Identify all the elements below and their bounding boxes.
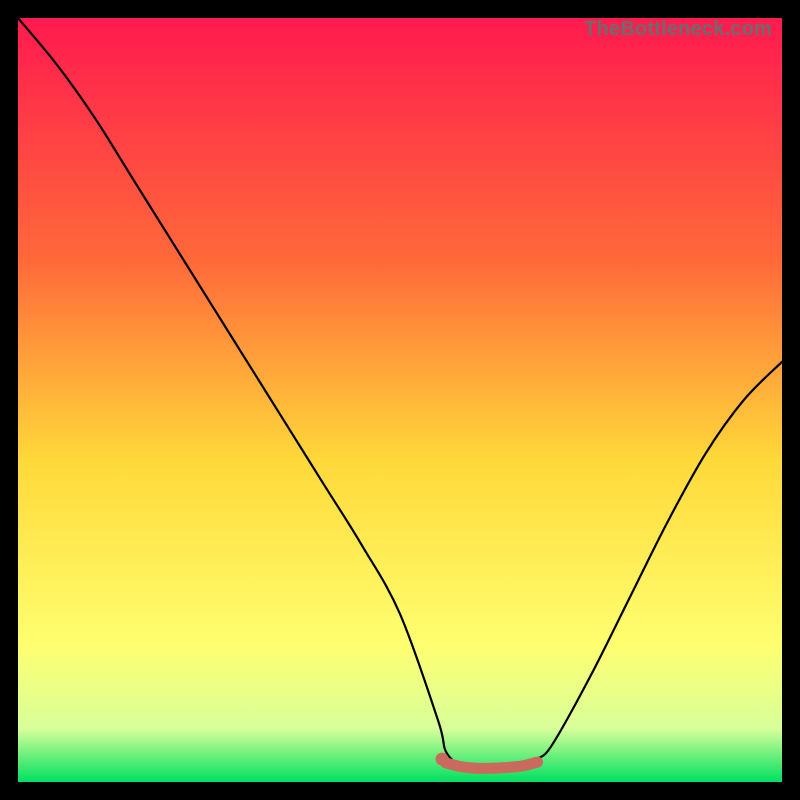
optimal-marker	[436, 753, 449, 766]
chart-frame: TheBottleneck.com	[18, 18, 782, 782]
chart-plot	[18, 18, 782, 782]
attribution-label: TheBottleneck.com	[584, 18, 772, 41]
gradient-background	[18, 18, 782, 782]
optimal-segment	[446, 762, 538, 768]
